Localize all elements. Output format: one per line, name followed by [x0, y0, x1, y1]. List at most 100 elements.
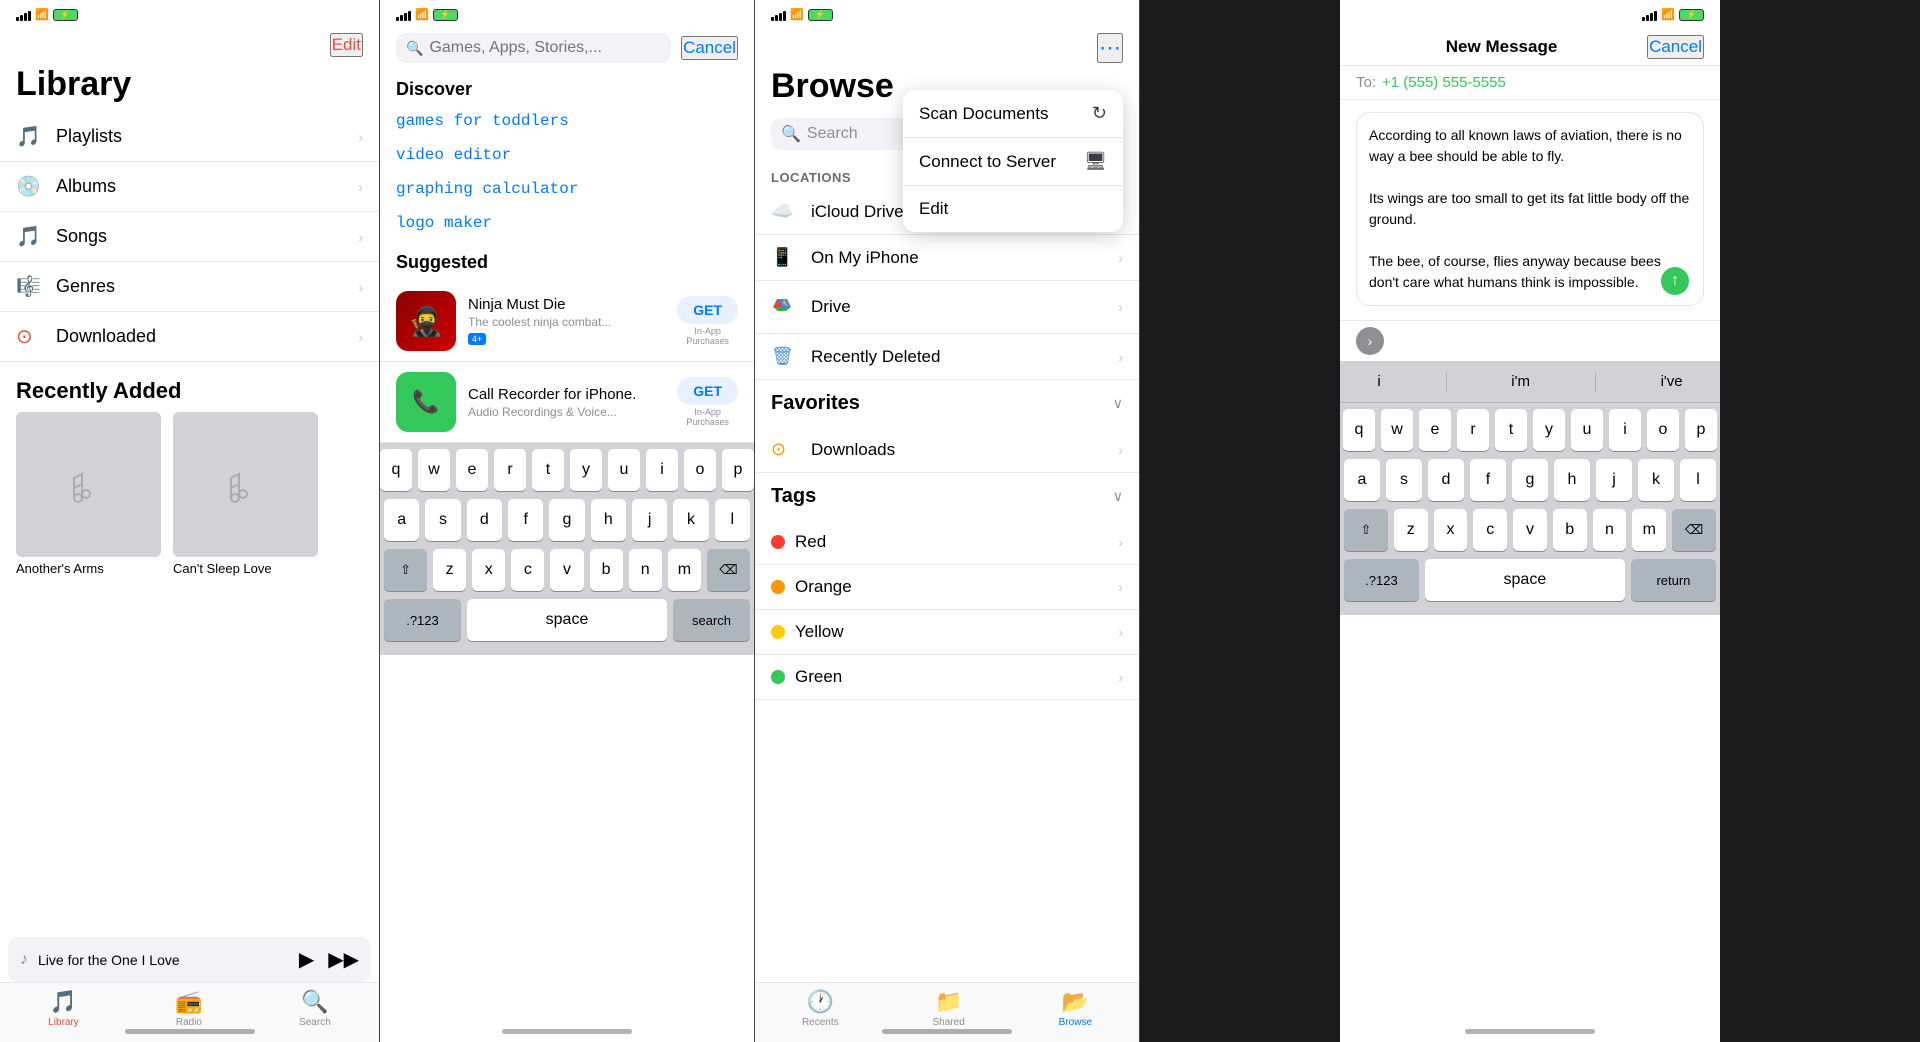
key-s[interactable]: s: [425, 499, 460, 541]
key-e[interactable]: e: [456, 449, 488, 491]
k4-n[interactable]: n: [1593, 509, 1627, 551]
k4-k[interactable]: k: [1638, 459, 1674, 501]
ctx-connect-server[interactable]: Connect to Server 🖥: [903, 138, 1123, 186]
key-z[interactable]: z: [433, 549, 466, 591]
key-o[interactable]: o: [684, 449, 716, 491]
key-delete[interactable]: ⌫: [707, 549, 750, 591]
k4-g[interactable]: g: [1512, 459, 1548, 501]
k4-v[interactable]: v: [1513, 509, 1547, 551]
app-card-1[interactable]: 📞 Call Recorder for iPhone. Audio Record…: [380, 362, 754, 443]
more-button[interactable]: ⋯: [1097, 33, 1123, 63]
library-genres-item[interactable]: 🎼 Genres ›: [0, 262, 379, 312]
k4-f[interactable]: f: [1470, 459, 1506, 501]
tab-library[interactable]: 🎵 Library: [48, 989, 79, 1028]
skip-icon[interactable]: ▶▶: [328, 947, 359, 972]
tab-search[interactable]: 🔍 Search: [299, 989, 331, 1028]
autocorrect-word-0[interactable]: i: [1367, 369, 1390, 394]
k4-s[interactable]: s: [1386, 459, 1422, 501]
key-h[interactable]: h: [591, 499, 626, 541]
library-albums-item[interactable]: 💿 Albums ›: [0, 162, 379, 212]
album-item-0[interactable]: Another's Arms: [16, 412, 161, 576]
k4-u[interactable]: u: [1571, 409, 1603, 451]
search-input-wrap[interactable]: 🔍: [396, 33, 671, 63]
key-t[interactable]: t: [532, 449, 564, 491]
album-item-1[interactable]: Can't Sleep Love: [173, 412, 318, 576]
k4-i[interactable]: i: [1609, 409, 1641, 451]
tab-shared[interactable]: 📁 Shared: [933, 989, 965, 1028]
k4-j[interactable]: j: [1596, 459, 1632, 501]
player-bar[interactable]: ♪ Live for the One I Love ▶ ▶▶: [8, 937, 371, 982]
key-n[interactable]: n: [629, 549, 662, 591]
key-u[interactable]: u: [608, 449, 640, 491]
k4-c[interactable]: c: [1473, 509, 1507, 551]
tab-radio[interactable]: 📻 Radio: [175, 989, 202, 1028]
search-input[interactable]: [429, 39, 661, 57]
expand-button[interactable]: ›: [1356, 327, 1384, 355]
k4-space[interactable]: space: [1425, 559, 1625, 601]
recorder-get-button[interactable]: GET: [677, 377, 738, 405]
ctx-scan-docs[interactable]: Scan Documents ↻: [903, 90, 1123, 138]
key-k[interactable]: k: [673, 499, 708, 541]
key-a[interactable]: a: [384, 499, 419, 541]
edit-button[interactable]: Edit: [330, 33, 363, 57]
location-iphone[interactable]: 📱 On My iPhone ›: [755, 235, 1139, 281]
key-p[interactable]: p: [722, 449, 754, 491]
key-i[interactable]: i: [646, 449, 678, 491]
k4-o[interactable]: o: [1647, 409, 1679, 451]
suggestion-0[interactable]: games for toddlers: [380, 104, 754, 138]
key-search[interactable]: search: [673, 599, 750, 641]
key-g[interactable]: g: [549, 499, 584, 541]
location-recently-deleted[interactable]: 🗑 Recently Deleted ›: [755, 334, 1139, 380]
k4-q[interactable]: q: [1343, 409, 1375, 451]
autocorrect-word-1[interactable]: i'm: [1501, 369, 1540, 394]
tag-yellow[interactable]: Yellow ›: [755, 610, 1139, 655]
library-songs-item[interactable]: 🎵 Songs ›: [0, 212, 379, 262]
key-w[interactable]: w: [418, 449, 450, 491]
key-b[interactable]: b: [590, 549, 623, 591]
key-l[interactable]: l: [715, 499, 750, 541]
k4-m[interactable]: m: [1632, 509, 1666, 551]
key-v[interactable]: v: [550, 549, 583, 591]
key-d[interactable]: d: [467, 499, 502, 541]
tag-green[interactable]: Green ›: [755, 655, 1139, 700]
tag-red[interactable]: Red ›: [755, 520, 1139, 565]
k4-x[interactable]: x: [1434, 509, 1468, 551]
k4-e[interactable]: e: [1419, 409, 1451, 451]
tab-browse[interactable]: 📂 Browse: [1059, 989, 1092, 1028]
send-button[interactable]: ↑: [1661, 267, 1689, 295]
messages-cancel-button[interactable]: Cancel: [1647, 35, 1704, 59]
key-shift[interactable]: ⇧: [384, 549, 427, 591]
suggestion-2[interactable]: graphing calculator: [380, 172, 754, 206]
suggestion-3[interactable]: logo maker: [380, 206, 754, 240]
favorites-header[interactable]: Favorites ∨: [755, 380, 1139, 427]
k4-t[interactable]: t: [1495, 409, 1527, 451]
k4-z[interactable]: z: [1394, 509, 1428, 551]
tag-orange[interactable]: Orange ›: [755, 565, 1139, 610]
k4-d[interactable]: d: [1428, 459, 1464, 501]
favorite-downloads[interactable]: ⊙ Downloads ›: [755, 427, 1139, 473]
k4-shift[interactable]: ⇧: [1344, 509, 1388, 551]
key-j[interactable]: j: [632, 499, 667, 541]
k4-a[interactable]: a: [1344, 459, 1380, 501]
key-q[interactable]: q: [380, 449, 412, 491]
key-y[interactable]: y: [570, 449, 602, 491]
k4-y[interactable]: y: [1533, 409, 1565, 451]
suggestion-1[interactable]: video editor: [380, 138, 754, 172]
k4-p[interactable]: p: [1685, 409, 1717, 451]
key-c[interactable]: c: [511, 549, 544, 591]
location-drive[interactable]: Drive ›: [755, 281, 1139, 334]
key-m[interactable]: m: [668, 549, 701, 591]
ctx-edit[interactable]: Edit: [903, 186, 1123, 232]
k4-r[interactable]: r: [1457, 409, 1489, 451]
k4-l[interactable]: l: [1680, 459, 1716, 501]
key-space[interactable]: space: [467, 599, 667, 641]
tab-recents[interactable]: 🕐 Recents: [802, 989, 839, 1028]
k4-b[interactable]: b: [1553, 509, 1587, 551]
autocorrect-word-2[interactable]: i've: [1651, 369, 1693, 394]
k4-delete[interactable]: ⌫: [1672, 509, 1716, 551]
search-cancel-button[interactable]: Cancel: [681, 36, 738, 60]
k4-return[interactable]: return: [1631, 559, 1716, 601]
k4-h[interactable]: h: [1554, 459, 1590, 501]
k4-numeric[interactable]: .?123: [1344, 559, 1419, 601]
key-x[interactable]: x: [472, 549, 505, 591]
